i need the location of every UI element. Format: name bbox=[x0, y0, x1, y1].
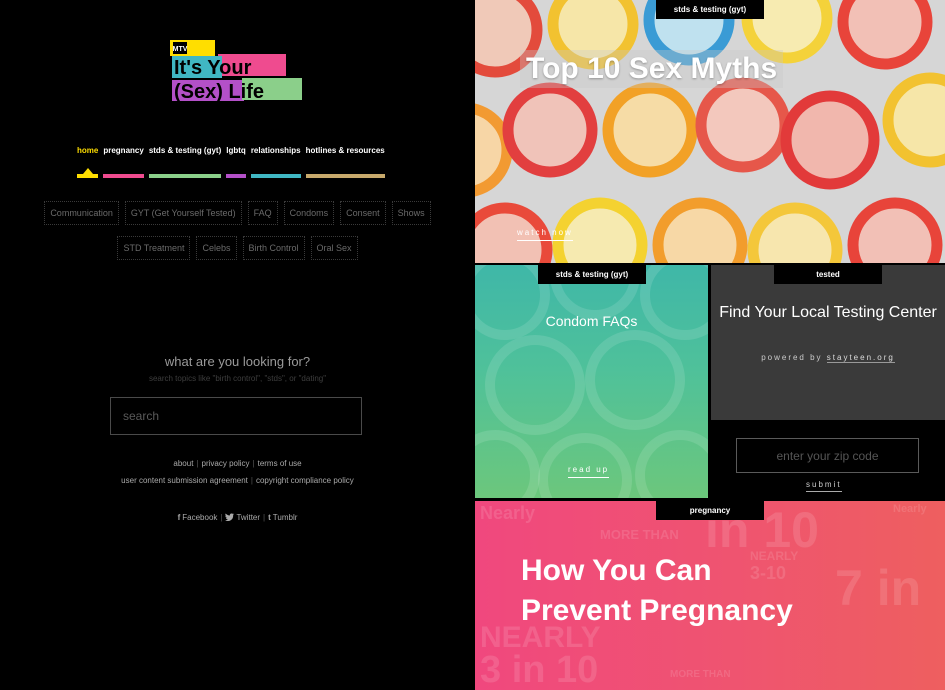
social-twitter[interactable]: Twitter bbox=[225, 513, 260, 522]
tag-birth-control[interactable]: Birth Control bbox=[242, 236, 305, 260]
nav-item-relationships[interactable]: relationships bbox=[250, 146, 301, 178]
bg-text: MORE THAN bbox=[670, 669, 731, 680]
topic-tags: Communication GYT (Get Yourself Tested) … bbox=[40, 201, 435, 271]
title-line: How You Can bbox=[521, 554, 712, 587]
tag-communication[interactable]: Communication bbox=[44, 201, 119, 225]
search-title: what are you looking for? bbox=[164, 354, 311, 369]
read-up-link[interactable]: read up bbox=[568, 465, 610, 478]
nav-bar bbox=[148, 174, 222, 178]
nav-item-lgbtq[interactable]: lgbtq bbox=[226, 146, 246, 178]
footer-link-privacy[interactable]: privacy policy bbox=[202, 459, 250, 468]
nav-bar bbox=[226, 174, 246, 178]
nav-item-pregnancy[interactable]: pregnancy bbox=[103, 146, 144, 178]
nav-item-home[interactable]: home bbox=[77, 146, 99, 178]
svg-text:It's Your: It's Your bbox=[174, 57, 252, 79]
site-logo[interactable]: MTV It's Your (Sex) Life bbox=[170, 40, 305, 102]
facebook-icon: f bbox=[177, 513, 181, 522]
zip-form: submit bbox=[711, 420, 945, 498]
social-label: Twitter bbox=[236, 513, 261, 522]
tag-gyt[interactable]: GYT (Get Yourself Tested) bbox=[124, 201, 242, 225]
nav-label: home bbox=[77, 146, 99, 155]
tag-shows[interactable]: Shows bbox=[391, 201, 431, 225]
bg-text: 3 in 10 bbox=[480, 649, 599, 690]
nav-item-hotlines-resources[interactable]: hotlines & resources bbox=[305, 146, 385, 178]
social-label: Facebook bbox=[182, 513, 218, 522]
twitter-icon bbox=[225, 513, 235, 522]
divider: | bbox=[196, 459, 199, 468]
tile-condom-faqs[interactable]: stds & testing (gyt) Condom FAQs read up bbox=[475, 265, 708, 498]
divider: | bbox=[250, 476, 253, 485]
footer-link-copyright[interactable]: copyright compliance policy bbox=[256, 476, 354, 485]
tile-testing-center: tested Find Your Local Testing Center po… bbox=[711, 265, 945, 420]
powered-text: powered by bbox=[761, 353, 823, 362]
bg-text: MORE THAN bbox=[600, 527, 679, 542]
divider: | bbox=[263, 513, 266, 522]
footer-links-secondary: user content submission agreement | copyri… bbox=[0, 476, 475, 485]
nav-label: relationships bbox=[250, 146, 301, 155]
social-tumblr[interactable]: t Tumblr bbox=[268, 513, 297, 522]
tile-title: Condom FAQs bbox=[545, 313, 638, 329]
tile-title: Top 10 Sex Myths bbox=[520, 50, 784, 88]
divider: | bbox=[220, 513, 223, 522]
tag-oral-sex[interactable]: Oral Sex bbox=[310, 236, 358, 260]
category-label[interactable]: pregnancy bbox=[656, 501, 764, 520]
tile-title: Find Your Local Testing Center bbox=[719, 304, 937, 321]
nav-label: pregnancy bbox=[103, 146, 144, 155]
submit-button[interactable]: submit bbox=[806, 480, 842, 492]
stayteen-link[interactable]: stayteen.org bbox=[826, 353, 895, 363]
main-nav: home pregnancy stds & testing (gyt) lgbt… bbox=[77, 146, 390, 178]
tag-faq[interactable]: FAQ bbox=[247, 201, 278, 225]
condom-photo-image bbox=[475, 265, 708, 498]
nav-item-stds-testing[interactable]: stds & testing (gyt) bbox=[148, 146, 222, 178]
social-links: f Facebook | Twitter | t Tumblr bbox=[0, 513, 475, 522]
tile-sex-myths[interactable]: stds & testing (gyt) Top 10 Sex Myths wa… bbox=[475, 0, 945, 263]
tag-std-treatment[interactable]: STD Treatment bbox=[117, 236, 191, 260]
nav-label: hotlines & resources bbox=[305, 146, 385, 155]
tumblr-icon: t bbox=[268, 513, 271, 522]
powered-by: powered by stayteen.org bbox=[711, 353, 945, 363]
nav-bar bbox=[250, 174, 301, 178]
divider: | bbox=[252, 459, 255, 468]
tag-consent[interactable]: Consent bbox=[340, 201, 386, 225]
nav-bar bbox=[305, 174, 385, 178]
footer-link-about[interactable]: about bbox=[173, 459, 193, 468]
category-label[interactable]: stds & testing (gyt) bbox=[656, 0, 764, 19]
search-hint: search topics like "birth control", "std… bbox=[148, 374, 327, 383]
left-panel: MTV It's Your (Sex) Life home pregnancy … bbox=[0, 0, 475, 690]
tag-condoms[interactable]: Condoms bbox=[283, 201, 335, 225]
zip-code-input[interactable] bbox=[736, 438, 919, 473]
nav-bar bbox=[103, 174, 144, 178]
watch-now-link[interactable]: watch now bbox=[517, 228, 573, 241]
search-input[interactable] bbox=[110, 397, 362, 435]
svg-text:MTV: MTV bbox=[173, 46, 188, 53]
nav-label: stds & testing (gyt) bbox=[148, 146, 222, 155]
bg-text: 7 in bbox=[835, 560, 922, 616]
tile-title: How You Can Prevent Pregnancy bbox=[521, 551, 793, 631]
nav-label: lgbtq bbox=[226, 146, 246, 155]
bg-text: Nearly bbox=[480, 503, 536, 523]
nav-bar bbox=[77, 174, 99, 178]
footer-links: about | privacy policy | terms of use bbox=[0, 459, 475, 468]
title-line: Prevent Pregnancy bbox=[521, 594, 793, 627]
social-facebook[interactable]: f Facebook bbox=[178, 513, 218, 522]
category-label[interactable]: stds & testing (gyt) bbox=[538, 265, 646, 284]
tag-celebs[interactable]: Celebs bbox=[196, 236, 237, 260]
tile-prevent-pregnancy[interactable]: Nearly in 10 MORE THAN NEARLY 3-10 7 in … bbox=[475, 501, 945, 690]
social-label: Tumblr bbox=[272, 513, 298, 522]
footer-link-terms[interactable]: terms of use bbox=[258, 459, 302, 468]
footer-link-user-content[interactable]: user content submission agreement bbox=[121, 476, 248, 485]
condom-pattern-image bbox=[475, 0, 945, 263]
svg-text:(Sex) Life: (Sex) Life bbox=[174, 81, 264, 102]
bg-text: Nearly bbox=[893, 503, 927, 515]
category-label[interactable]: tested bbox=[774, 265, 882, 284]
